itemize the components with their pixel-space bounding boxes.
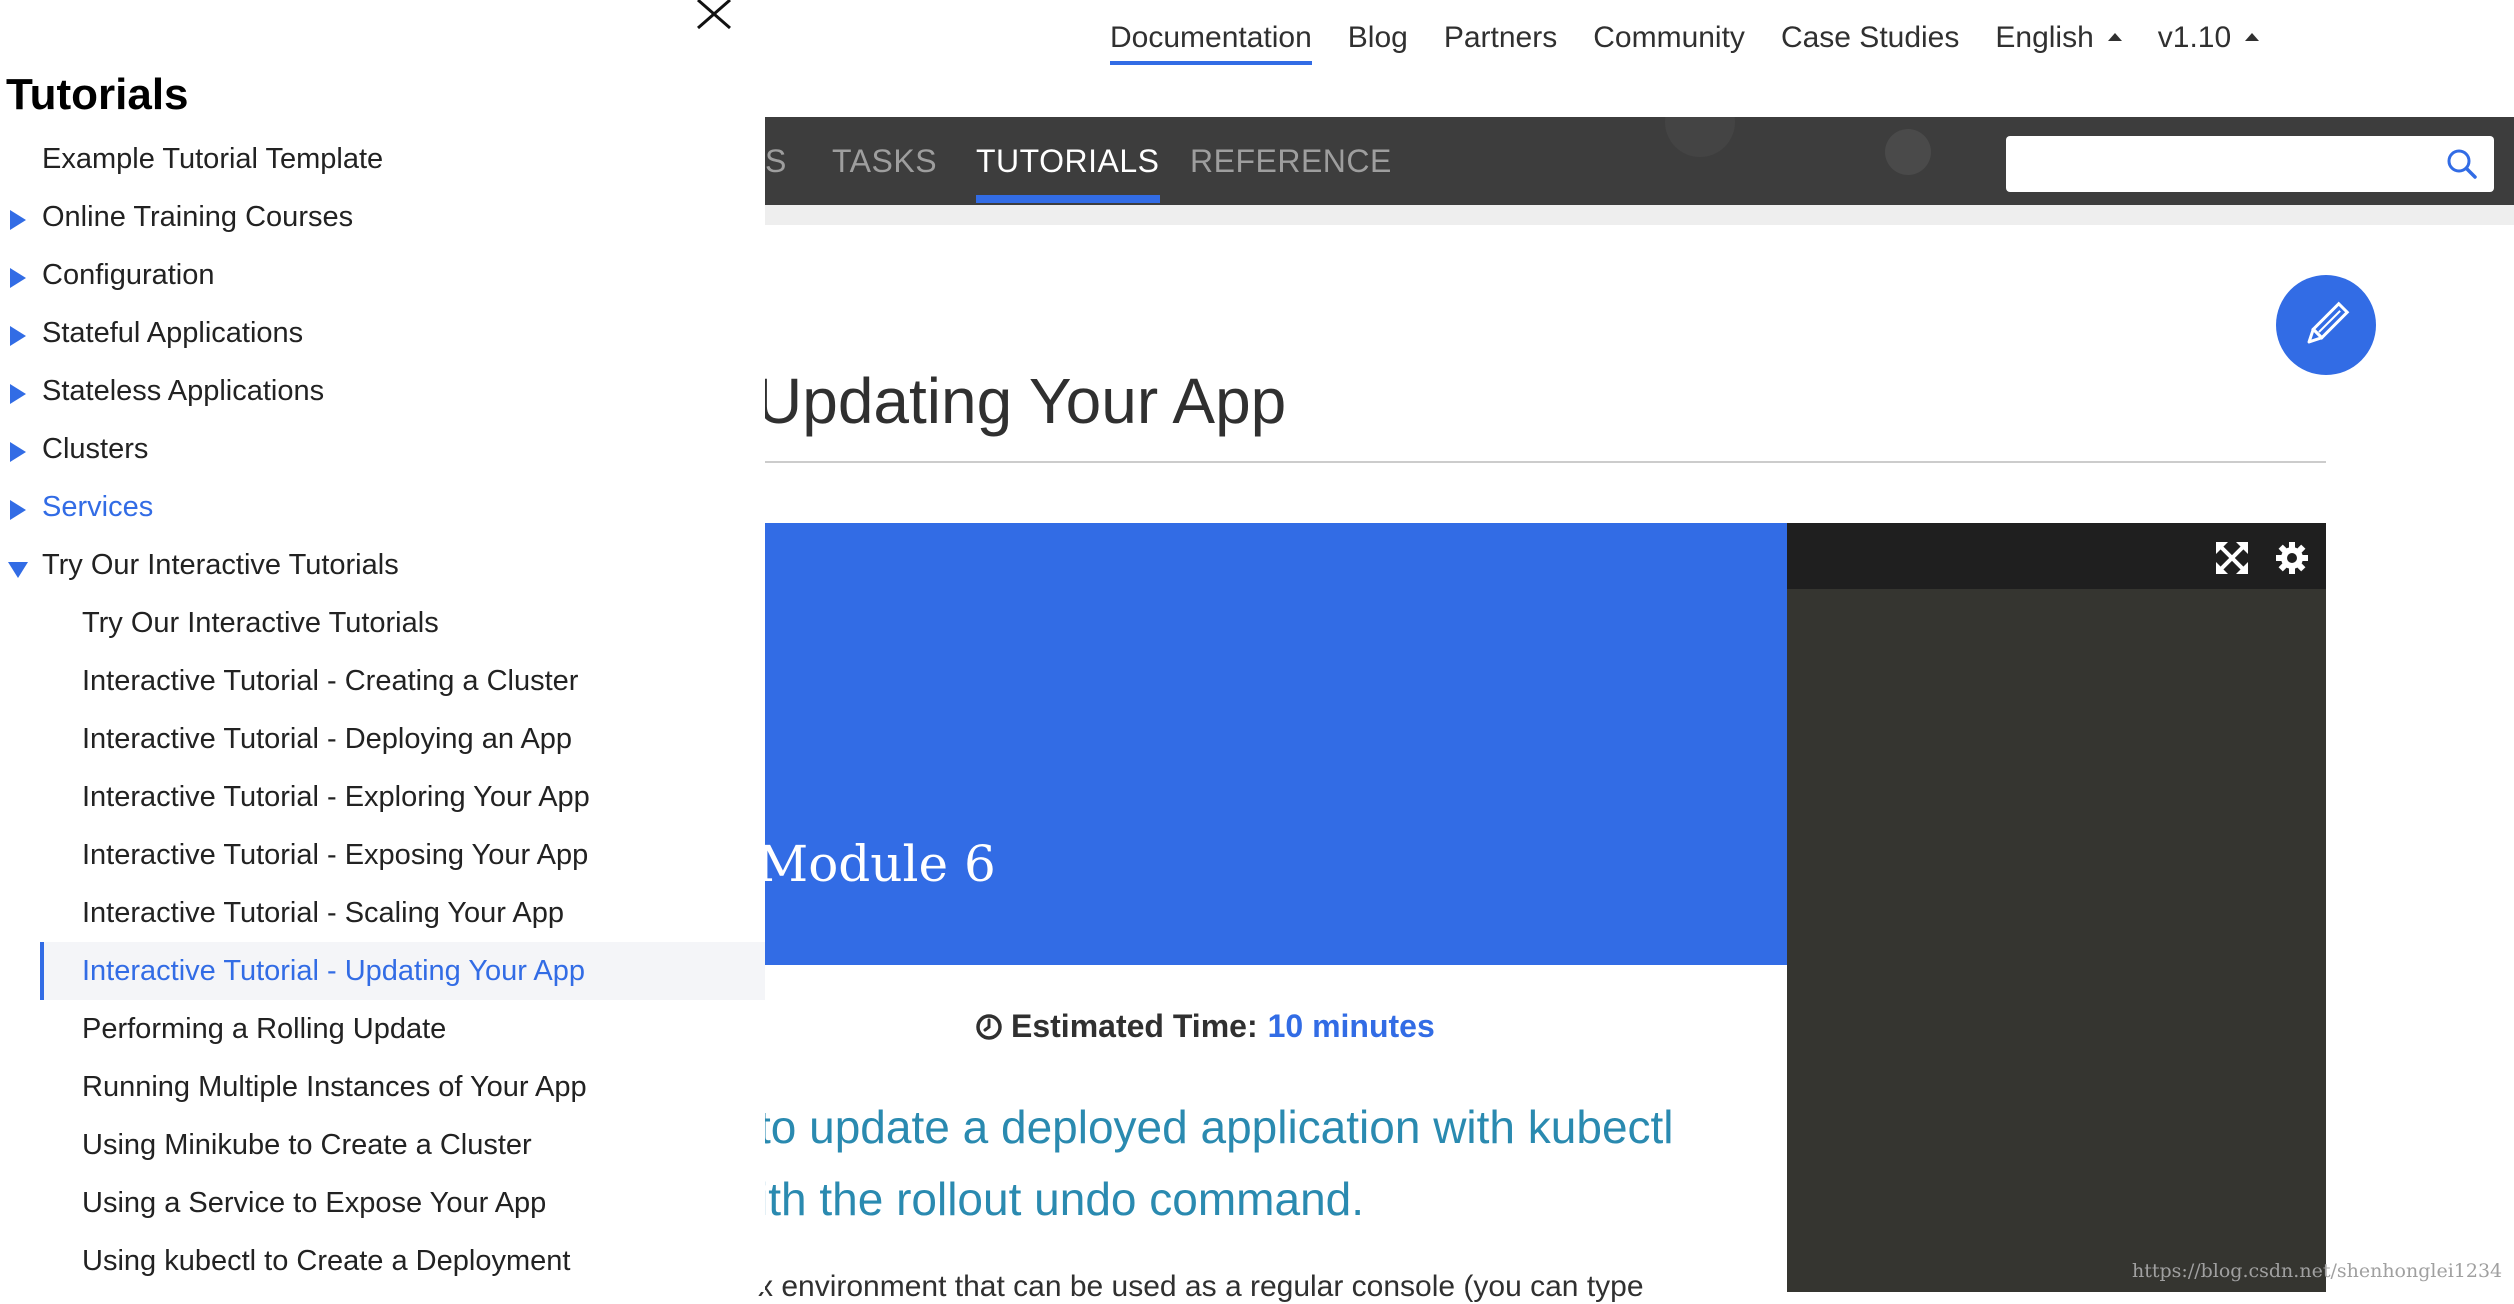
sidebar-subitem[interactable]: Interactive Tutorial - Exposing Your App [40,826,765,884]
nav-documentation[interactable]: Documentation [1110,21,1312,65]
sidebar-item-label: Try Our Interactive Tutorials [42,549,399,581]
sidebar-item-stateful-applications[interactable]: Stateful Applications [0,304,765,362]
sidebar-subitem[interactable]: Running Multiple Instances of Your App [40,1058,765,1116]
caret-up-icon [2107,33,2122,41]
sidebar-item-clusters[interactable]: Clusters [0,420,765,478]
top-nav: Documentation Blog Partners Community Ca… [1110,0,2295,76]
search-input[interactable] [2018,136,2442,190]
decorative-node [1665,117,1735,157]
nav-case-studies[interactable]: Case Studies [1781,21,1959,55]
caret-up-icon [2245,33,2260,41]
sidebar-item-label: Clusters [42,433,149,465]
sidebar-item-label: Configuration [42,259,215,291]
expand-arrow-icon [10,442,26,462]
sidebar-item-online-training-courses[interactable]: Online Training Courses [0,188,765,246]
sidebar-subitem[interactable]: Interactive Tutorial - Scaling Your App [40,884,765,942]
tab-reference[interactable]: REFERENCE [1190,143,1392,180]
expand-arrow-icon [10,268,26,288]
language-dropdown[interactable]: English [1995,21,2122,55]
objective-line: ith the rollout undo command. [758,1173,1365,1225]
sidebar-title: Tutorials [6,70,189,119]
sidebar-item-stateless-applications[interactable]: Stateless Applications [0,362,765,420]
page-title: Updating Your App [756,365,1287,437]
objective-line: to update a deployed application with ku… [758,1101,1674,1153]
terminal-toolbar [1787,523,2326,589]
expand-arrow-icon [10,500,26,520]
title-divider [765,461,2326,463]
sidebar-item-example-tutorial-template[interactable]: Example Tutorial Template [0,130,765,188]
sidebar-item-label: Online Training Courses [42,201,354,233]
interactive-terminal[interactable] [1787,523,2326,1292]
expand-arrow-icon [10,384,26,404]
tutorials-sidebar: Tutorials Example Tutorial Template Onli… [0,0,765,1292]
estimated-time-value: 10 minutes [1267,1008,1435,1044]
expand-arrow-icon [10,210,26,230]
nav-community[interactable]: Community [1593,21,1745,55]
estimated-time-label: Estimated Time: [1011,1008,1258,1044]
sidebar-item-label: Services [42,491,154,523]
sidebar-subitem[interactable]: Using a Service to Expose Your App [40,1174,765,1232]
expand-arrow-icon [10,326,26,346]
estimated-time: Estimated Time: 10 minutes [975,1008,1435,1045]
version-label: v1.10 [2157,21,2232,54]
sidebar-item-try-our-interactive-tutorials[interactable]: Try Our Interactive Tutorials [0,536,765,594]
sidebar-item-configuration[interactable]: Configuration [0,246,765,304]
version-dropdown[interactable]: v1.10 [2157,21,2260,55]
nav-partners[interactable]: Partners [1444,21,1557,55]
tab-tasks[interactable]: TASKS [832,143,937,180]
pencil-icon [2307,301,2350,344]
search-box[interactable] [2006,136,2494,192]
sidebar-item-services[interactable]: Services [0,478,765,536]
sidebar-subitem[interactable]: Performing a Rolling Update [40,1000,765,1058]
nav-blog[interactable]: Blog [1348,21,1408,55]
fullscreen-icon[interactable] [2215,541,2249,575]
sidebar-subitem-current[interactable]: Interactive Tutorial - Updating Your App [40,942,765,1000]
edit-page-button[interactable] [2276,275,2376,375]
module-banner: Module 6 [757,523,1787,965]
sidebar-subitem[interactable]: Interactive Tutorial - Deploying an App [40,710,765,768]
sidebar-subitem[interactable]: Interactive Tutorial - Creating a Cluste… [40,652,765,710]
module-label: Module 6 [757,835,996,893]
tab-tutorials[interactable]: TUTORIALS [976,143,1160,203]
clock-icon [976,1013,1002,1040]
sidebar-item-label: Stateless Applications [42,375,325,407]
language-label: English [1995,21,2094,54]
tab-bar-underlay [765,205,2514,225]
tab-concepts[interactable]: S [765,143,787,180]
watermark: https://blog.csdn.net/shenhonglei1234 [2132,1260,2503,1282]
close-icon[interactable] [694,0,738,32]
collapse-arrow-icon [8,562,28,578]
search-icon[interactable] [2446,148,2478,180]
body-text: x environment that can be used as a regu… [758,1270,1644,1303]
sidebar-subitem[interactable]: Using kubectl to Create a Deployment [40,1232,765,1290]
sidebar-subitem[interactable]: Interactive Tutorial - Exploring Your Ap… [40,768,765,826]
decorative-node [1885,129,1931,175]
sidebar-subitem[interactable]: Try Our Interactive Tutorials [40,594,765,652]
gear-icon[interactable] [2275,541,2309,575]
sidebar-item-label: Stateful Applications [42,317,304,349]
sidebar-subitem[interactable]: Using Minikube to Create a Cluster [40,1116,765,1174]
